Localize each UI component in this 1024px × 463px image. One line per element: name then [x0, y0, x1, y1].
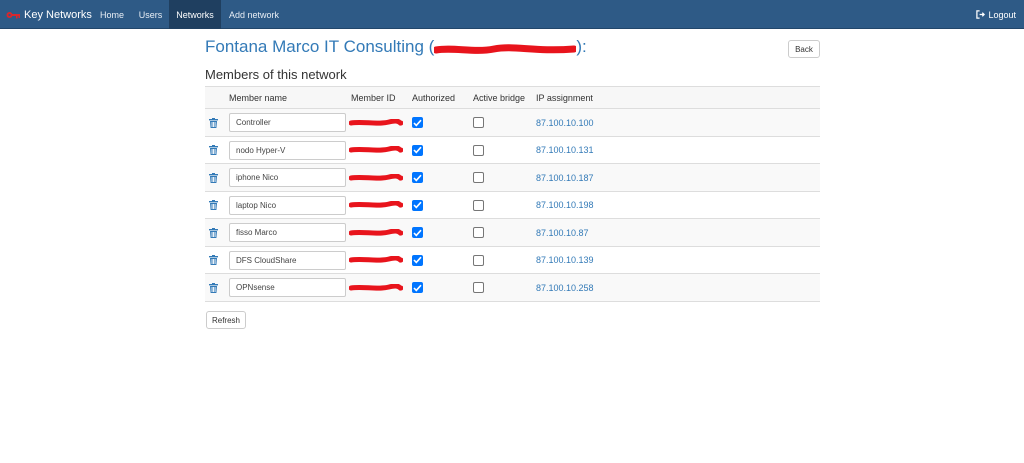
checkmark-icon: [413, 119, 422, 127]
network-name: Fontana Marco IT Consulting: [205, 37, 424, 56]
ip-assignment-link[interactable]: 87.100.10.187: [536, 164, 594, 191]
table-row: 87.100.10.139: [205, 246, 820, 274]
active-bridge-checkbox[interactable]: [473, 109, 484, 136]
checkbox-box: [473, 199, 484, 211]
checkbox-box: [473, 227, 484, 238]
table-header: Member name Member ID Authorized Active …: [205, 87, 820, 109]
trash-icon[interactable]: [209, 109, 219, 136]
navbar: Key Networks Home Users Networks Add net…: [0, 0, 1024, 29]
logout-icon: [976, 10, 986, 19]
ip-assignment-link[interactable]: 87.100.10.139: [536, 247, 594, 274]
redacted-member-id: [349, 192, 405, 219]
ip-assignment-link[interactable]: 87.100.10.258: [536, 274, 594, 301]
checkmark-icon: [413, 256, 422, 264]
checkbox-box: [412, 254, 423, 266]
ip-assignment-link[interactable]: 87.100.10.131: [536, 137, 594, 164]
checkmark-icon: [413, 201, 422, 209]
ip-assignment-link[interactable]: 87.100.10.87: [536, 219, 589, 246]
authorized-checkbox[interactable]: [412, 192, 423, 219]
member-name-input[interactable]: [229, 195, 346, 215]
nav-networks[interactable]: Networks: [169, 0, 221, 29]
member-name-input[interactable]: [229, 113, 346, 132]
trash-icon[interactable]: [209, 219, 219, 246]
checkmark-icon: [413, 146, 422, 154]
authorized-checkbox[interactable]: [412, 164, 423, 191]
refresh-button[interactable]: Refresh: [206, 311, 246, 329]
checkbox-box: [473, 254, 484, 266]
member-name-input[interactable]: [229, 278, 346, 297]
nav-home[interactable]: Home: [92, 0, 132, 29]
logout-label: Logout: [988, 9, 1016, 20]
active-bridge-checkbox[interactable]: [473, 247, 484, 274]
redacted-member-id: [349, 219, 405, 246]
checkbox-box: [412, 199, 423, 211]
trash-icon[interactable]: [209, 192, 219, 219]
col-ip-assignment: IP assignment: [536, 93, 593, 103]
redacted-network-id: [432, 41, 578, 54]
member-name-input[interactable]: [229, 223, 346, 242]
member-name-input[interactable]: [229, 250, 346, 270]
checkmark-icon: [413, 229, 422, 237]
table-row: 87.100.10.100: [205, 109, 820, 137]
checkmark-icon: [413, 174, 422, 182]
col-authorized: Authorized: [412, 93, 456, 103]
brand-name: Key Networks: [24, 8, 92, 21]
trash-icon[interactable]: [209, 137, 219, 164]
col-member-id: Member ID: [351, 93, 396, 103]
authorized-checkbox[interactable]: [412, 109, 423, 136]
table-row: 87.100.10.187: [205, 164, 820, 192]
checkbox-box: [473, 282, 484, 293]
redacted-member-id: [349, 274, 405, 301]
member-name-input[interactable]: [229, 168, 346, 187]
trash-icon[interactable]: [209, 274, 219, 301]
title-close-paren: ):: [576, 37, 587, 56]
col-member-name: Member name: [229, 93, 288, 103]
nav-users[interactable]: Users: [132, 0, 169, 29]
checkbox-box: [473, 117, 484, 128]
authorized-checkbox[interactable]: [412, 247, 423, 274]
active-bridge-checkbox[interactable]: [473, 274, 484, 301]
active-bridge-checkbox[interactable]: [473, 164, 484, 191]
member-name-input[interactable]: [229, 140, 346, 160]
checkbox-box: [412, 172, 423, 183]
redacted-member-id: [349, 247, 405, 274]
table-row: 87.100.10.258: [205, 274, 820, 302]
redacted-member-id: [349, 164, 405, 191]
table-row: 87.100.10.131: [205, 136, 820, 164]
page-title: Fontana Marco IT Consulting ():: [205, 37, 587, 57]
checkbox-box: [412, 117, 423, 128]
table-row: 87.100.10.87: [205, 219, 820, 247]
active-bridge-checkbox[interactable]: [473, 137, 484, 164]
back-button[interactable]: Back: [788, 40, 820, 58]
authorized-checkbox[interactable]: [412, 274, 423, 301]
trash-icon[interactable]: [209, 247, 219, 274]
checkmark-icon: [413, 284, 422, 292]
checkbox-box: [412, 227, 423, 238]
members-table: Member name Member ID Authorized Active …: [205, 86, 820, 302]
table-row: 87.100.10.198: [205, 191, 820, 219]
trash-icon[interactable]: [209, 164, 219, 191]
active-bridge-checkbox[interactable]: [473, 192, 484, 219]
logout-button[interactable]: Logout: [976, 0, 1016, 29]
section-title: Members of this network: [205, 67, 347, 82]
checkbox-box: [412, 282, 423, 293]
redacted-member-id: [349, 109, 405, 136]
active-bridge-checkbox[interactable]: [473, 219, 484, 246]
col-active-bridge: Active bridge: [473, 93, 526, 103]
nav-add-network[interactable]: Add network: [221, 0, 287, 29]
brand[interactable]: Key Networks: [6, 0, 92, 29]
checkbox-box: [473, 172, 484, 183]
ip-assignment-link[interactable]: 87.100.10.198: [536, 192, 594, 219]
checkbox-box: [412, 144, 423, 156]
checkbox-box: [473, 144, 484, 156]
table-body: 87.100.10.100: [205, 109, 820, 302]
authorized-checkbox[interactable]: [412, 219, 423, 246]
key-logo-icon: [6, 10, 20, 20]
ip-assignment-link[interactable]: 87.100.10.100: [536, 109, 594, 136]
authorized-checkbox[interactable]: [412, 137, 423, 164]
redacted-member-id: [349, 137, 405, 164]
